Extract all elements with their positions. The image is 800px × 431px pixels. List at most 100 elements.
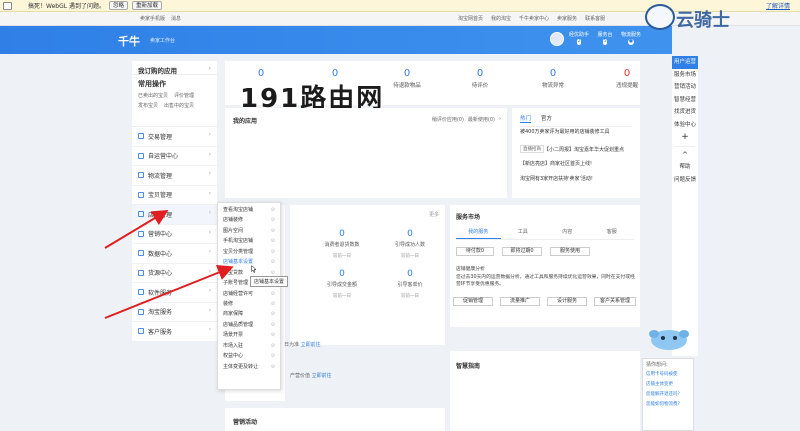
news-tag[interactable]: 直播招商 (520, 145, 544, 153)
dropdown-item[interactable]: 手机淘宝店铺 ⊘ (218, 236, 280, 246)
header-item-3[interactable]: 物流服务 ● (620, 32, 642, 45)
sidebar-item-data[interactable]: 数据中心 › (132, 244, 217, 264)
apps-filter-link[interactable]: 稍评价应用(0) (432, 116, 464, 123)
tab-my-service[interactable]: 我的服务 (456, 228, 501, 239)
nav-contact[interactable]: 联系客服 (585, 15, 605, 22)
pin-icon[interactable]: ⊘ (271, 215, 275, 225)
common-link[interactable]: 评价管理 (174, 92, 194, 99)
news-line[interactable]: 被400万卖家评为最好用的店铺装修工具 (520, 128, 635, 135)
pin-icon[interactable]: ⊘ (271, 320, 275, 330)
pin-icon[interactable]: ⊘ (271, 257, 275, 267)
rail-item-smart[interactable]: 智慧经营 (672, 94, 698, 107)
common-link[interactable]: 已卖出的宝贝 (138, 92, 168, 99)
pin-icon[interactable]: ⊘ (271, 330, 275, 340)
reload-button[interactable]: 重新加载 (132, 1, 163, 10)
category-button[interactable]: 流量推广 (500, 297, 540, 306)
tab-content[interactable]: 内容 (545, 228, 590, 239)
sidebar-item-product[interactable]: 宝贝管理 › (132, 186, 217, 205)
guess-question[interactable]: 店铺主体变更 (646, 381, 690, 387)
header-item-2[interactable]: 服务台 5 (594, 32, 616, 45)
more-link[interactable]: 更多 (429, 211, 439, 218)
category-button[interactable]: 客户关系管理 (594, 297, 636, 306)
data-cell[interactable]: 0 消费者退货数数 较前一日 (318, 229, 366, 259)
nav-mobile[interactable]: 卖家手机版 (140, 15, 165, 22)
data-cell[interactable]: 0 引导成交金额 较前一日 (318, 269, 366, 299)
rail-item-service-market[interactable]: 服务市场 (672, 69, 698, 82)
go-link[interactable]: 立即前往 (301, 342, 321, 348)
pin-icon[interactable]: ⊘ (271, 341, 275, 351)
stat-item[interactable]: 0 物流异常 (523, 68, 583, 89)
common-link[interactable]: 发布宝贝 (138, 102, 158, 109)
chevron-right-icon[interactable]: › (499, 116, 501, 123)
dropdown-item-shop-basic-settings[interactable]: 店铺基本设置 ⊘ (218, 257, 280, 267)
dropdown-item[interactable]: 主体变更及转让 ⊘ (218, 362, 280, 372)
stat-item[interactable]: 0 违规提醒 (597, 68, 657, 89)
sidebar-item-taobao[interactable]: 淘宝服务 › (132, 303, 217, 322)
pin-icon[interactable]: ⊘ (271, 309, 275, 319)
sidebar-item-shop[interactable]: 店铺管理 › (132, 205, 217, 225)
tab-hot[interactable]: 热门 (520, 114, 532, 123)
dropdown-item[interactable]: 权益中心 ⊘ (218, 351, 280, 361)
dropdown-item[interactable]: 查看淘宝店铺 ⊘ (218, 205, 280, 215)
mascot-icon[interactable] (648, 326, 690, 352)
pin-icon[interactable]: ⊘ (271, 351, 275, 361)
sidebar-item-software[interactable]: 软件服务 › (132, 283, 217, 303)
rail-item-marketing[interactable]: 营销活动 (672, 81, 698, 94)
sidebar-item-customer[interactable]: 客户服务 › (132, 322, 217, 342)
plus-icon[interactable]: + (672, 131, 698, 144)
sidebar-item-source[interactable]: 货源中心 › (132, 264, 217, 283)
dropdown-item[interactable]: 店铺装修 ⊘ (218, 215, 280, 225)
service-use-button[interactable]: 服务使用 (550, 247, 590, 256)
data-cell[interactable]: 0 引导成功人数 较前一日 (386, 229, 434, 259)
news-line[interactable]: 淘宝网有3家开店扶持'卖家'活动! (520, 175, 635, 182)
pin-icon[interactable]: ⊘ (271, 236, 275, 246)
pin-icon[interactable]: ⊘ (271, 362, 275, 372)
nav-messages[interactable]: 消息 (171, 15, 181, 22)
nav-seller-center[interactable]: 千牛卖家中心 (519, 15, 549, 22)
rail-item-experience[interactable]: 体验中心 (672, 119, 698, 132)
guess-question[interactable]: 信用卡号码被使 (646, 371, 690, 377)
nav-my-taobao[interactable]: 我的淘宝 (491, 15, 511, 22)
category-button[interactable]: 设计服务 (547, 297, 587, 306)
news-line[interactable]: 【新店亮店】商家社区首页上线! (520, 160, 635, 167)
tab-customer[interactable]: 客服 (590, 228, 635, 239)
apps-filter-link[interactable]: 最新使用(0) (468, 116, 495, 123)
dropdown-item[interactable]: 店铺品质管理 ⊘ (218, 320, 280, 330)
dropdown-item[interactable]: 装修 ⊘ (218, 299, 280, 309)
scroll-top-icon[interactable]: ^ (672, 149, 698, 162)
guess-question[interactable]: 您能解开退还吗? (646, 391, 690, 397)
sidebar-title[interactable]: 我订购的应用 › (132, 61, 217, 75)
rail-item-sourcing[interactable]: 找货进货 (672, 106, 698, 119)
header-item-1[interactable]: 经优助手 2 (568, 32, 590, 45)
nav-taobao-home[interactable]: 淘宝网首页 (458, 15, 483, 22)
dropdown-item[interactable]: 商家保障 ⊘ (218, 309, 280, 319)
dropdown-item[interactable]: 图片空间 ⊘ (218, 226, 280, 236)
sidebar-item-operation[interactable]: 自运营中心 › (132, 147, 217, 166)
go-link[interactable]: 立即前往 (312, 373, 332, 379)
category-button[interactable]: 促销管理 (453, 297, 493, 306)
rail-item-help[interactable]: 帮助 (672, 161, 698, 174)
stat-item[interactable]: 0 待评价 (450, 68, 510, 89)
sidebar-item-trade[interactable]: 交易管理 › (132, 127, 217, 147)
rail-item-feedback[interactable]: 问题反馈 (672, 174, 698, 187)
ignore-button[interactable]: 忽略 (108, 1, 128, 10)
dropdown-item[interactable]: 场景开票 ⊘ (218, 330, 280, 340)
pending-pay-button[interactable]: 待付款0 (456, 247, 494, 256)
stat-item[interactable]: 0 待退款物品 (377, 68, 437, 89)
nav-seller-service[interactable]: 卖家服务 (557, 15, 577, 22)
brand-title[interactable]: 千牛 (118, 33, 140, 49)
pin-icon[interactable]: ⊘ (271, 299, 275, 309)
pin-icon[interactable]: ⊘ (271, 205, 275, 215)
pin-icon[interactable]: ⊘ (271, 226, 275, 236)
news-line[interactable]: 【小二周报】淘宝嘉年华大促划重点 (544, 146, 636, 153)
learn-more-link[interactable]: 了解详情 (766, 1, 790, 10)
guess-question[interactable]: 您能如何物流费? (646, 401, 690, 407)
common-link[interactable]: 出售中的宝贝 (164, 102, 194, 109)
dropdown-item[interactable]: 宝贝分类管理 ⊘ (218, 247, 280, 257)
dropdown-item[interactable]: 店铺经营许可 ⊘ (218, 289, 280, 299)
rail-item-user-operation[interactable]: 用户运营 (672, 56, 698, 69)
pin-icon[interactable]: ⊘ (271, 247, 275, 257)
tab-tools[interactable]: 工具 (501, 228, 546, 239)
pin-icon[interactable]: ⊘ (271, 289, 275, 299)
sidebar-item-marketing[interactable]: 营销中心 › (132, 225, 217, 244)
